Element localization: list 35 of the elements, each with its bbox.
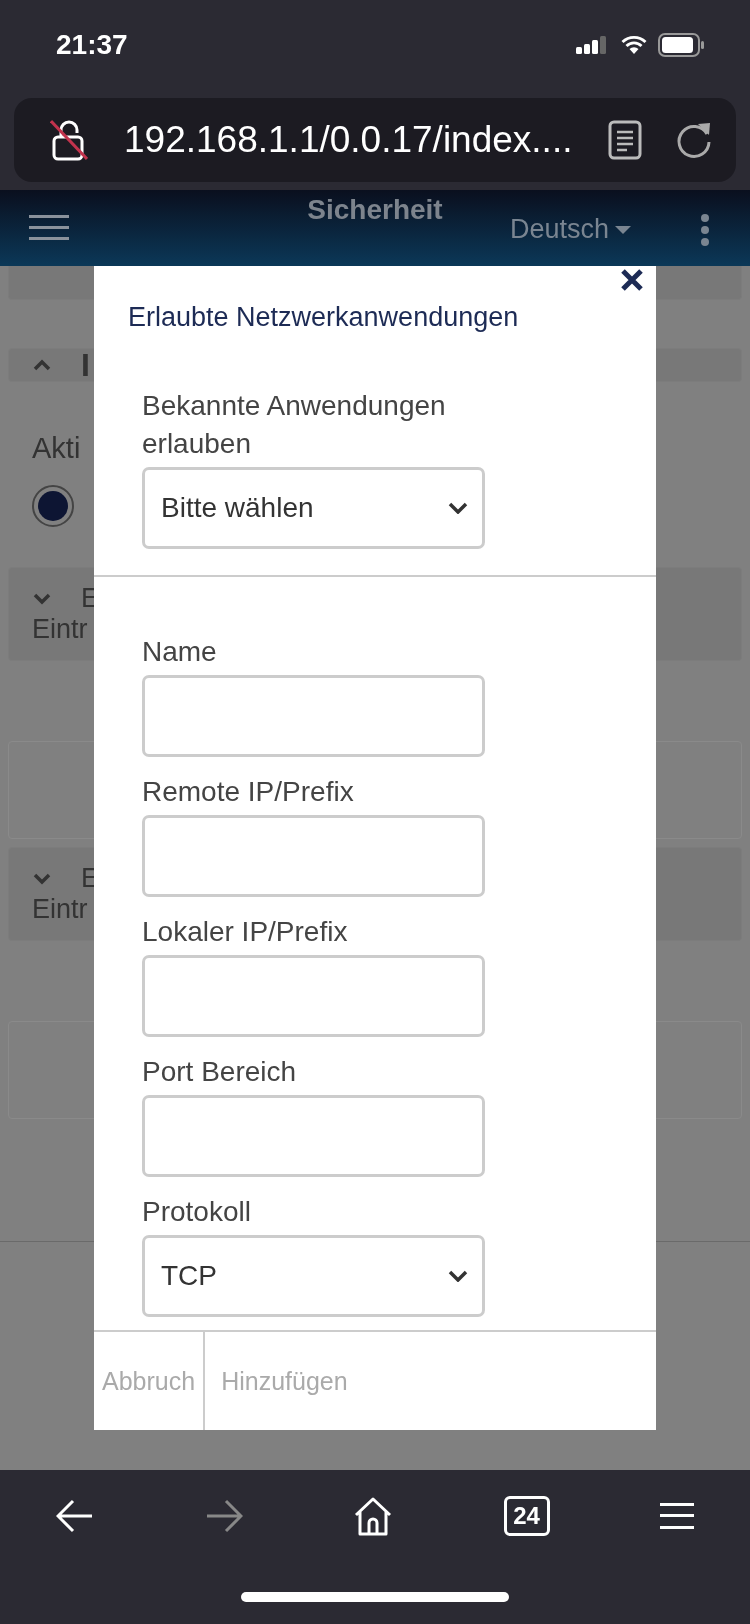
radio-button[interactable] bbox=[32, 485, 74, 527]
input-field[interactable] bbox=[142, 1095, 485, 1177]
section-subtitle: Eintr bbox=[32, 614, 88, 645]
input-field[interactable] bbox=[142, 675, 485, 757]
field-label: Protokoll bbox=[142, 1195, 252, 1229]
field-label: Lokaler IP/Prefix bbox=[142, 915, 349, 949]
field-label: Remote IP/Prefix bbox=[142, 775, 355, 809]
field-label: Port Bereich bbox=[142, 1055, 298, 1089]
input-field[interactable] bbox=[142, 815, 485, 897]
select-field[interactable]: TCP bbox=[142, 1235, 485, 1317]
close-icon[interactable] bbox=[620, 268, 644, 292]
language-dropdown[interactable]: Deutsch bbox=[510, 214, 632, 245]
caret-icon bbox=[615, 225, 632, 234]
dialog-title: Erlaubte Netzwerkanwendungen bbox=[128, 302, 519, 333]
field-label: Bekannte Anwendungen erlauben bbox=[142, 389, 447, 461]
home-icon[interactable] bbox=[353, 1496, 393, 1536]
field-label: Name bbox=[142, 635, 218, 669]
input-field[interactable] bbox=[142, 955, 485, 1037]
forward-icon[interactable] bbox=[204, 1499, 243, 1533]
section-title: I bbox=[81, 346, 90, 384]
page-title: Sicherheit bbox=[306, 194, 444, 226]
back-icon[interactable] bbox=[56, 1499, 94, 1533]
status-time: 21:37 bbox=[56, 29, 128, 61]
more-icon[interactable] bbox=[700, 214, 710, 246]
section-subtitle: Eintr bbox=[32, 894, 88, 925]
reader-icon[interactable] bbox=[608, 120, 642, 160]
wifi-icon bbox=[620, 35, 648, 55]
unlocked-icon bbox=[50, 119, 88, 161]
chevron-icon bbox=[448, 502, 468, 514]
tabs-button[interactable]: 24 bbox=[503, 1496, 550, 1536]
chevron-icon bbox=[448, 1270, 468, 1282]
select-field[interactable]: Bitte wählen bbox=[142, 467, 485, 549]
menu-icon[interactable] bbox=[660, 1502, 694, 1530]
field-label: Akti bbox=[32, 432, 81, 465]
battery-icon bbox=[658, 33, 704, 57]
